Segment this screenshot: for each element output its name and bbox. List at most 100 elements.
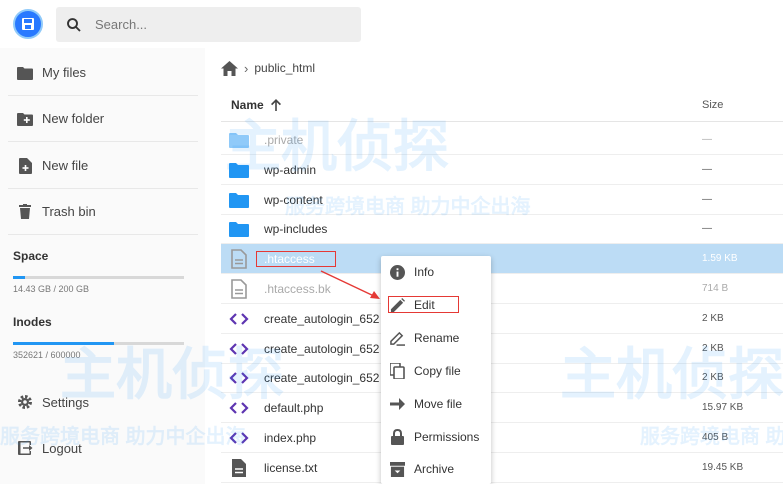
inodes-usage-text: 352621 / 600000 xyxy=(13,350,81,360)
search-input[interactable] xyxy=(95,17,345,32)
menu-item-archive[interactable]: Archive xyxy=(381,454,491,484)
file-row[interactable]: wp-includes — xyxy=(221,214,783,245)
sidebar-item-label: Settings xyxy=(42,394,89,410)
menu-item-rename[interactable]: Rename xyxy=(381,323,491,353)
trash-icon xyxy=(16,203,34,221)
sidebar-item-settings[interactable]: Settings xyxy=(8,379,198,425)
search-bar[interactable] xyxy=(56,7,361,42)
menu-item-label: Rename xyxy=(414,331,460,345)
file-row[interactable]: create_autologin_652 2 KB xyxy=(221,304,783,334)
inodes-meter xyxy=(13,342,184,345)
search-icon xyxy=(67,17,81,32)
copy-icon xyxy=(389,363,405,379)
file-row[interactable]: create_autologin_652 2 KB xyxy=(221,363,783,394)
space-title: Space xyxy=(13,249,49,263)
text-file-icon xyxy=(229,458,249,478)
home-icon[interactable] xyxy=(221,60,238,76)
sidebar-item-my-files[interactable]: My files xyxy=(8,50,198,96)
folder-icon xyxy=(16,64,34,82)
file-name: wp-content xyxy=(264,192,323,207)
menu-item-label: Info xyxy=(414,265,435,279)
file-size: 19.45 KB xyxy=(702,461,744,473)
folder-icon xyxy=(229,160,249,180)
file-name: wp-includes xyxy=(264,222,328,237)
code-icon xyxy=(229,309,249,329)
space-meter xyxy=(13,276,184,279)
code-icon xyxy=(229,368,249,388)
arrow-right-icon xyxy=(389,396,405,412)
logout-icon xyxy=(16,439,34,457)
folder-icon xyxy=(229,130,249,150)
code-icon xyxy=(229,398,249,418)
file-size: 405 B xyxy=(702,432,729,443)
folder-icon xyxy=(229,190,249,210)
rename-icon xyxy=(389,330,405,346)
sidebar-item-trash-bin[interactable]: Trash bin xyxy=(8,189,198,235)
folder-plus-icon xyxy=(16,110,34,128)
inodes-meter-fill xyxy=(13,342,114,345)
sidebar-item-label: Trash bin xyxy=(42,204,96,219)
lock-icon xyxy=(389,429,405,445)
chevron-right-icon: › xyxy=(244,60,249,76)
menu-item-label: Permissions xyxy=(414,430,480,444)
file-size: 1.59 KB xyxy=(702,253,738,265)
menu-item-label: Copy file xyxy=(414,364,461,378)
folder-icon xyxy=(229,219,249,239)
file-name: create_autologin_652 xyxy=(264,311,380,326)
file-row[interactable]: .htaccess.bk 714 B xyxy=(221,274,783,304)
context-menu: Info Edit Rename Copy file Move file Per… xyxy=(381,256,491,484)
file-name: wp-admin xyxy=(264,162,317,177)
file-row[interactable]: .private — xyxy=(221,125,783,155)
space-usage-text: 14.43 GB / 200 GB xyxy=(13,284,90,294)
name-header-label: Name xyxy=(231,98,264,112)
sidebar-item-new-folder[interactable]: New folder xyxy=(8,96,198,142)
list-header: Name Size xyxy=(221,92,783,122)
menu-item-move-file[interactable]: Move file xyxy=(381,389,491,419)
file-size: — xyxy=(702,134,712,145)
file-size: — xyxy=(702,163,712,175)
size-column-header[interactable]: Size xyxy=(702,99,723,111)
top-bar xyxy=(0,0,783,48)
sort-arrow-up-icon xyxy=(270,99,281,111)
file-row[interactable]: wp-content — xyxy=(221,185,783,215)
sidebar-item-label: My files xyxy=(42,65,87,80)
code-icon xyxy=(229,339,249,359)
sidebar: My files New folder New file Trash bin S… xyxy=(0,48,205,484)
menu-item-permissions[interactable]: Permissions xyxy=(381,422,491,452)
breadcrumb-item[interactable]: public_html xyxy=(254,61,315,75)
sidebar-item-new-file[interactable]: New file xyxy=(8,143,198,189)
file-row[interactable]: wp-admin — xyxy=(221,155,783,185)
file-name: .private xyxy=(264,133,304,147)
name-column-header[interactable]: Name xyxy=(231,98,282,112)
file-icon xyxy=(229,279,249,299)
file-row[interactable]: license.txt 19.45 KB xyxy=(221,453,783,483)
file-size: — xyxy=(702,193,712,205)
file-name: create_autologin_652 xyxy=(264,341,380,356)
archive-icon xyxy=(389,461,405,477)
menu-item-label: Move file xyxy=(414,397,463,411)
app-logo-icon[interactable] xyxy=(13,9,43,39)
highlight-box-edit xyxy=(388,296,459,313)
file-icon xyxy=(229,249,249,269)
file-size: 2 KB xyxy=(702,372,724,384)
sidebar-item-label: New file xyxy=(42,158,89,173)
menu-item-copy-file[interactable]: Copy file xyxy=(381,356,491,386)
code-icon xyxy=(229,428,249,448)
file-name: license.txt xyxy=(264,460,318,475)
sidebar-item-logout[interactable]: Logout xyxy=(8,425,198,471)
file-size: 15.97 KB xyxy=(702,402,744,414)
file-row[interactable]: index.php 405 B xyxy=(221,423,783,453)
file-size: 714 B xyxy=(702,283,729,294)
space-meter-fill xyxy=(13,276,26,279)
menu-item-label: Archive xyxy=(414,462,455,476)
sidebar-item-label: Logout xyxy=(42,440,82,456)
inodes-title: Inodes xyxy=(13,315,52,329)
file-name: index.php xyxy=(264,431,317,445)
menu-item-info[interactable]: Info xyxy=(381,257,491,287)
file-row[interactable]: create_autologin_652 2 KB xyxy=(221,334,783,364)
highlight-box-filename xyxy=(256,251,336,267)
info-icon xyxy=(389,264,405,280)
annotation-arrow-icon xyxy=(320,270,380,299)
file-size: 2 KB xyxy=(702,342,724,354)
file-row[interactable]: default.php 15.97 KB xyxy=(221,393,783,424)
